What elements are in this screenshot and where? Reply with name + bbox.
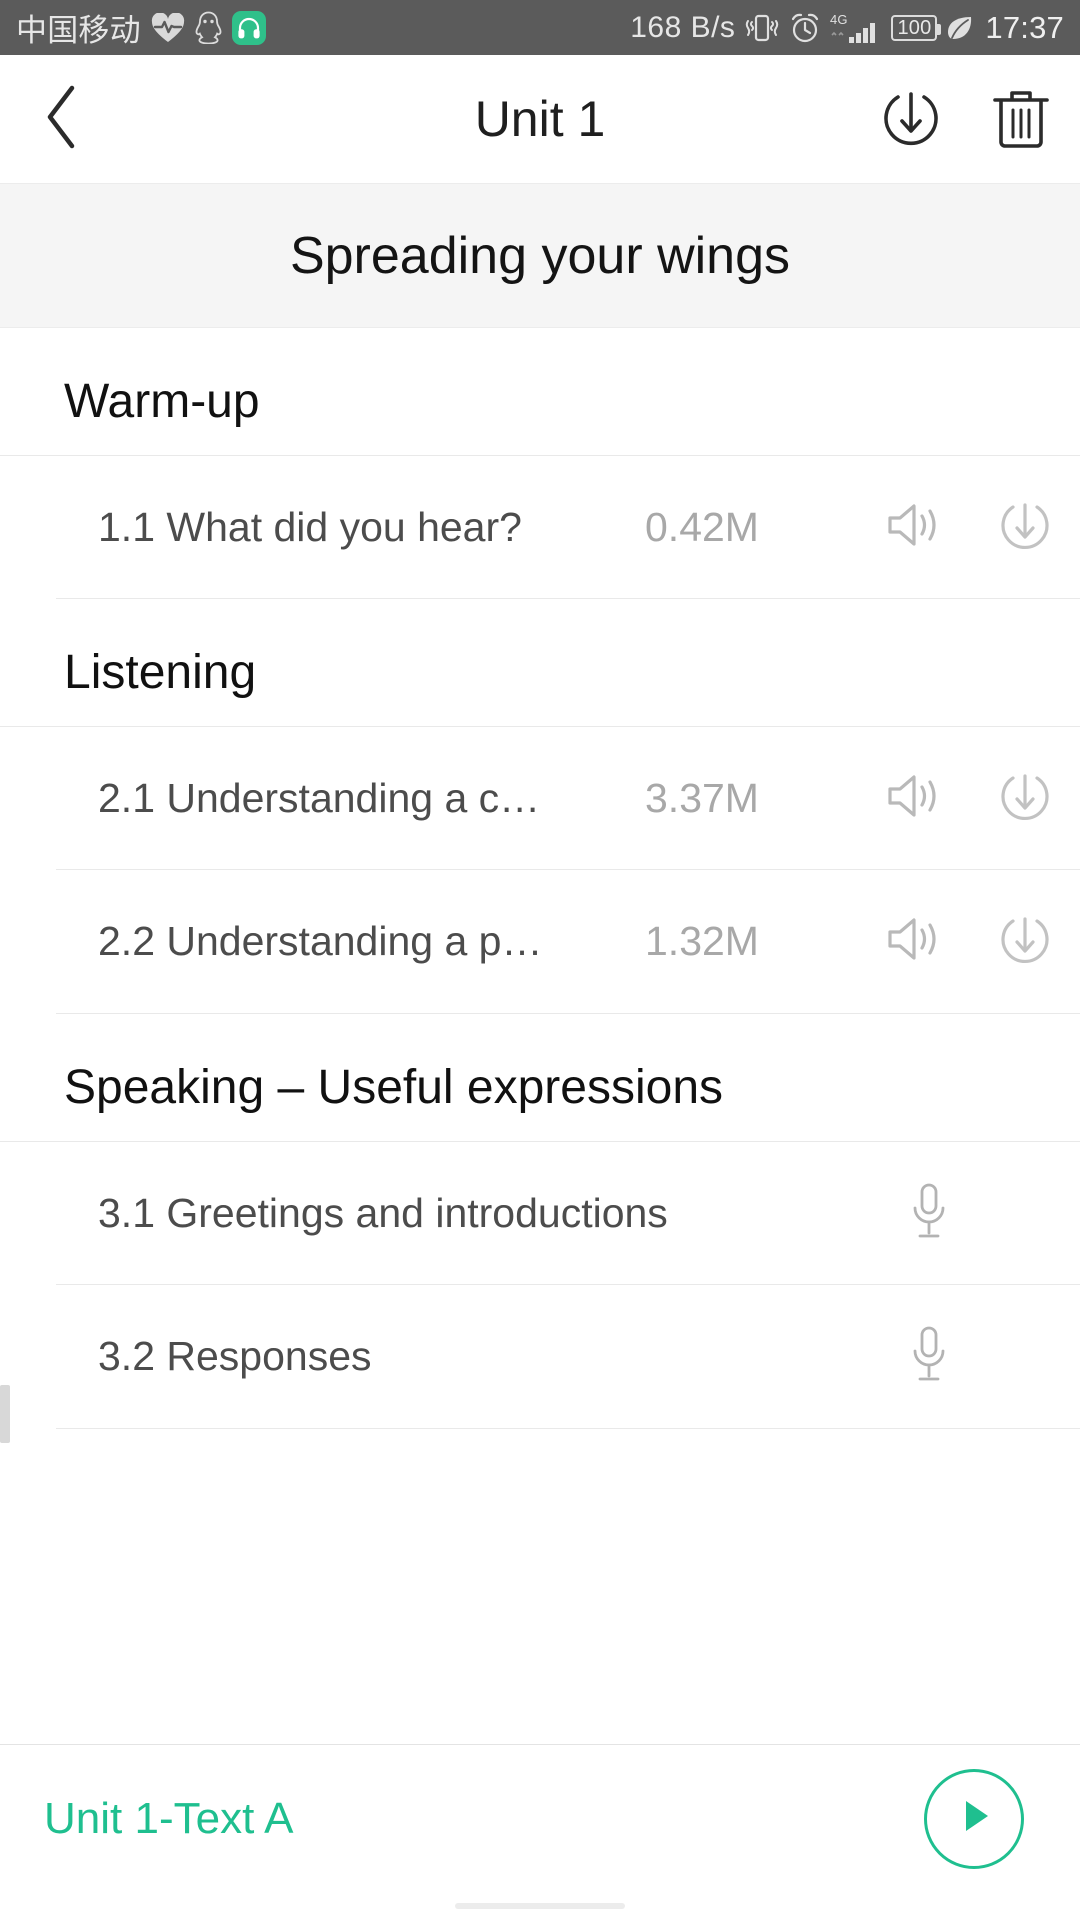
- unit-banner-title: Spreading your wings: [289, 226, 791, 285]
- microphone-icon: [906, 1323, 952, 1390]
- trash-icon: [992, 90, 1050, 154]
- battery-icon: 100: [891, 14, 942, 41]
- download-circle-icon: [996, 910, 1054, 973]
- speaker-icon: [886, 499, 944, 556]
- list-item-label: 3.1 Greetings and introductions: [98, 1189, 668, 1236]
- download-circle-icon: [878, 91, 944, 154]
- status-bar: 中国移动 168 B/s 4G 100 17:37: [0, 0, 1080, 55]
- status-bar-right: 168 B/s 4G 100 17:37: [630, 10, 1064, 46]
- speaker-icon: [886, 770, 944, 827]
- list-item[interactable]: 1.1 What did you hear? 0.42M: [0, 455, 1080, 598]
- file-size-label: 3.37M: [645, 774, 759, 821]
- app-screen: 中国移动 168 B/s 4G 100 17:37 Unit 1 Spreadi…: [0, 0, 1080, 1920]
- play-audio-button[interactable]: [860, 770, 970, 827]
- delete-button[interactable]: [992, 84, 1050, 155]
- list-item-label: 2.2 Understanding a p…: [98, 918, 543, 964]
- list-item-label: 3.2 Responses: [98, 1333, 372, 1379]
- player-bar: Unit 1-Text A: [0, 1744, 1080, 1892]
- microphone-icon: [906, 1180, 952, 1247]
- nav-bar: Unit 1: [0, 55, 1080, 183]
- back-button[interactable]: [22, 74, 102, 164]
- svg-text:4G: 4G: [830, 12, 848, 27]
- chevron-left-icon: [42, 84, 82, 155]
- download-all-button[interactable]: [878, 84, 944, 155]
- signal-4g-icon: 4G: [830, 11, 882, 45]
- nav-hint-bar: [455, 1903, 625, 1909]
- download-item-button[interactable]: [970, 910, 1080, 973]
- vibrate-icon: [744, 12, 780, 44]
- play-icon: [952, 1793, 996, 1844]
- download-item-button[interactable]: [970, 767, 1080, 830]
- content-list[interactable]: Warm-up 1.1 What did you hear? 0.42M Lis…: [0, 328, 1080, 1429]
- download-item-button[interactable]: [970, 496, 1080, 559]
- clock-label: 17:37: [985, 9, 1064, 45]
- speaker-icon: [886, 913, 944, 970]
- nav-actions: [878, 84, 1050, 155]
- section-header-speaking: Speaking – Useful expressions: [64, 1061, 724, 1114]
- unit-banner: Spreading your wings: [0, 183, 1080, 328]
- section-header-listening: Listening: [64, 646, 257, 699]
- record-button[interactable]: [890, 1323, 1080, 1390]
- scrollbar-thumb[interactable]: [0, 1385, 10, 1443]
- file-size-label: 1.32M: [645, 918, 759, 964]
- list-item[interactable]: 2.1 Understanding a c… 3.37M: [0, 726, 1080, 869]
- alarm-clock-icon: [789, 12, 821, 44]
- download-circle-icon: [996, 767, 1054, 830]
- battery-level-label: 100: [897, 16, 932, 39]
- network-speed-label: 168 B/s: [630, 10, 736, 44]
- qq-penguin-icon: [195, 11, 222, 44]
- file-size-label: 0.42M: [645, 503, 759, 550]
- status-bar-left: 中国移动: [16, 5, 266, 50]
- heart-rate-icon: [151, 12, 185, 43]
- leaf-power-saving-icon: [946, 13, 974, 43]
- headphones-badge-icon: [231, 10, 266, 45]
- play-audio-button[interactable]: [860, 913, 970, 970]
- system-nav-hint: [0, 1892, 1080, 1920]
- list-item-label: 2.1 Understanding a c…: [98, 774, 541, 821]
- list-item[interactable]: 3.2 Responses: [0, 1285, 1080, 1428]
- play-audio-button[interactable]: [860, 499, 970, 556]
- list-item[interactable]: 2.2 Understanding a p… 1.32M: [0, 870, 1080, 1013]
- list-item-label: 1.1 What did you hear?: [98, 503, 522, 550]
- section-header-warm-up: Warm-up: [64, 375, 260, 428]
- record-button[interactable]: [890, 1180, 1080, 1247]
- download-circle-icon: [996, 496, 1054, 559]
- list-item[interactable]: 3.1 Greetings and introductions: [0, 1141, 1080, 1284]
- now-playing-label: Unit 1-Text A: [44, 1793, 294, 1843]
- carrier-label: 中国移动: [16, 13, 141, 48]
- play-button[interactable]: [924, 1768, 1024, 1869]
- divider: [56, 1428, 1080, 1429]
